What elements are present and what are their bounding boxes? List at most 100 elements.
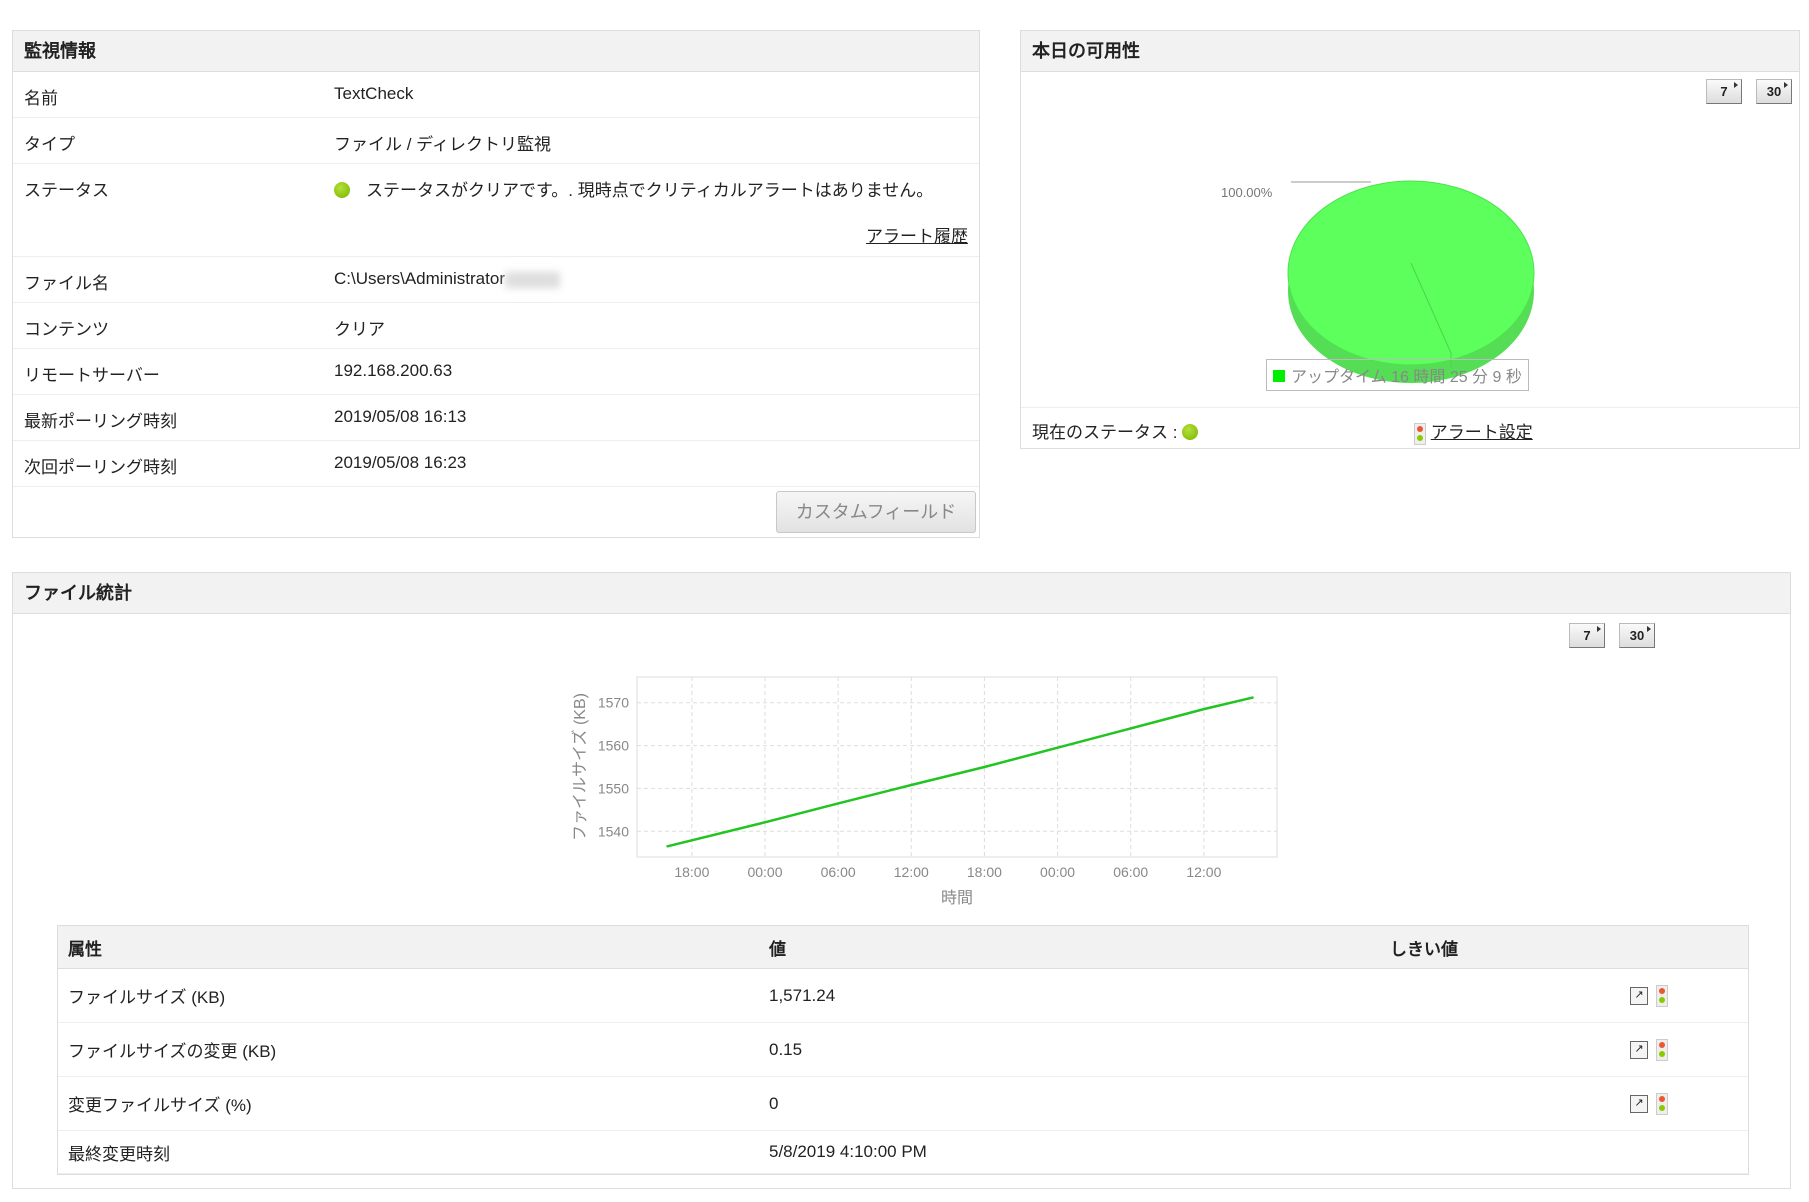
status-green-icon <box>1182 424 1199 440</box>
data-point <box>1129 727 1132 730</box>
threshold-cell: ↗ <box>1380 1022 1748 1077</box>
attr-cell: 変更ファイルサイズ (%) <box>58 1076 759 1131</box>
info-value-text: 192.168.200.63 <box>334 361 453 380</box>
column-header: 値 <box>759 926 1380 969</box>
edit-threshold-icon[interactable]: ↗ <box>1630 1094 1648 1113</box>
info-label: タイプ <box>24 135 75 154</box>
threshold-cell: ↗ <box>1380 1076 1748 1131</box>
x-axis-label: 時間 <box>941 889 973 907</box>
panel-title: 本日の可用性 <box>1021 31 1799 72</box>
pie-legend: アップタイム 16 時間 25 分 9 秒 <box>1266 359 1529 391</box>
value-cell: 0 <box>759 1076 1380 1131</box>
value-cell: 0.15 <box>759 1022 1380 1077</box>
x-tick-label: 12:00 <box>1186 864 1221 880</box>
pie-slice-uptime <box>1287 180 1535 366</box>
info-value: 2019/05/08 16:13 <box>334 395 979 427</box>
info-value-text: クリア <box>334 320 385 339</box>
info-row: 最新ポーリング時刻 2019/05/08 16:13 <box>13 395 979 441</box>
info-value: C:\Users\Administrator <box>334 257 979 289</box>
info-value: ファイル / ディレクトリ監視 <box>334 118 979 155</box>
info-value: TextCheck <box>334 72 979 104</box>
data-point <box>1056 746 1059 749</box>
data-point <box>910 783 913 787</box>
alert-settings-link[interactable]: アラート設定 <box>1431 423 1533 442</box>
info-row: 次回ポーリング時刻 2019/05/08 16:23 <box>13 441 979 487</box>
attr-cell: ファイルサイズの変更 (KB) <box>58 1022 759 1077</box>
threshold-cell: ↗ <box>1380 968 1748 1023</box>
x-tick-label: 06:00 <box>821 864 856 880</box>
info-row: タイプ ファイル / ディレクトリ監視 <box>13 118 979 164</box>
availability-panel: 本日の可用性 7 30 100.00% アップタイム 16 時間 25 分 9 … <box>1020 30 1800 449</box>
x-tick-label: 00:00 <box>747 864 782 880</box>
info-value: 192.168.200.63 <box>334 349 979 381</box>
traffic-light-icon[interactable] <box>1656 1092 1668 1115</box>
info-value: ステータスがクリアです。. 現時点でクリティカルアラートはありません。 <box>334 164 979 201</box>
info-value-text: 2019/05/08 16:13 <box>334 407 467 426</box>
panel-title: ファイル統計 <box>13 573 1790 614</box>
monitor-info-panel: 監視情報 名前 TextCheck タイプ ファイル / ディレクトリ監視 ステータスス… <box>12 30 980 538</box>
data-point <box>836 802 840 805</box>
info-label: 最新ポーリング時刻 <box>24 412 177 431</box>
info-value-text: ステータスがクリアです。. 現時点でクリティカルアラートはありません。 <box>366 181 934 200</box>
alert-history-link[interactable]: アラート履歴 <box>866 222 968 247</box>
info-label: コンテンツ <box>24 320 109 339</box>
column-header: しきい値 <box>1380 926 1748 969</box>
threshold-cell <box>1380 1130 1748 1174</box>
attr-cell: 最終変更時刻 <box>58 1130 759 1174</box>
data-point <box>1202 707 1206 711</box>
edit-threshold-icon[interactable]: ↗ <box>1630 986 1648 1005</box>
x-tick-label: 06:00 <box>1113 864 1148 880</box>
30-day-button[interactable]: 30 <box>1756 79 1792 104</box>
30-day-button[interactable]: 30 <box>1619 623 1655 648</box>
stats-table: 属性値しきい値 ファイルサイズ (KB) 1,571.24 ↗ ファイルサイズの変更 (… <box>58 926 1748 1174</box>
file-stats-panel: ファイル統計 7 30 1540 1550 1560 1570 18:00 00:00 06… <box>12 572 1791 1189</box>
info-label: 名前 <box>24 89 58 108</box>
info-row: リモートサーバー 192.168.200.63 <box>13 349 979 395</box>
traffic-light-icon[interactable] <box>1656 984 1668 1007</box>
attr-cell: ファイルサイズ (KB) <box>58 968 759 1023</box>
pie-percent-label: 100.00% <box>1221 185 1273 200</box>
data-point <box>666 845 669 848</box>
info-label: ファイル名 <box>24 274 109 293</box>
info-value-text: TextCheck <box>334 84 414 103</box>
info-value: 2019/05/08 16:23 <box>334 441 979 473</box>
x-tick-label: 12:00 <box>894 864 929 880</box>
y-tick-label: 1560 <box>598 738 629 754</box>
info-value-text: C:\Users\Administrator <box>334 269 505 288</box>
file-size-line-chart: 1540 1550 1560 1570 18:00 00:00 06:00 12:00 18:0… <box>571 676 1278 907</box>
column-header: 属性 <box>58 926 759 969</box>
y-tick-label: 1550 <box>598 780 629 796</box>
y-tick-label: 1540 <box>598 823 629 839</box>
table-row: ファイルサイズ (KB) 1,571.24 ↗ <box>58 968 1748 1023</box>
info-value-text: 2019/05/08 16:23 <box>334 453 467 472</box>
custom-fields-button[interactable]: カスタムフィールド <box>776 491 976 533</box>
data-point <box>763 821 767 824</box>
info-row: 名前 TextCheck <box>13 72 979 118</box>
table-row: 最終変更時刻 5/8/2019 4:10:00 PM <box>58 1130 1748 1174</box>
info-label: ステータス <box>24 181 109 200</box>
data-point <box>983 765 986 769</box>
7-day-button[interactable]: 7 <box>1569 623 1605 648</box>
x-tick-label: 18:00 <box>967 864 1002 880</box>
table-row: 変更ファイルサイズ (%) 0 ↗ <box>58 1076 1748 1131</box>
traffic-light-icon[interactable] <box>1656 1038 1668 1061</box>
x-tick-label: 00:00 <box>1040 864 1075 880</box>
current-status-label: 現在のステータス : <box>1032 423 1178 442</box>
traffic-light-icon <box>1414 422 1426 445</box>
panel-title: 監視情報 <box>13 31 979 72</box>
x-tick-label: 18:00 <box>674 864 709 880</box>
info-value: クリア <box>334 303 979 340</box>
y-tick-label: 1570 <box>598 695 629 711</box>
info-label: 次回ポーリング時刻 <box>24 458 177 477</box>
legend-swatch <box>1273 370 1285 382</box>
edit-threshold-icon[interactable]: ↗ <box>1630 1040 1648 1059</box>
7-day-button[interactable]: 7 <box>1706 79 1742 104</box>
value-cell: 5/8/2019 4:10:00 PM <box>759 1130 1380 1174</box>
table-row: ファイルサイズの変更 (KB) 0.15 ↗ <box>58 1022 1748 1077</box>
y-axis-label: ファイルサイズ (KB) <box>571 693 589 841</box>
value-cell: 1,571.24 <box>759 968 1380 1023</box>
status-green-icon <box>334 182 350 198</box>
info-label: リモートサーバー <box>24 366 160 385</box>
info-row: ファイル名 C:\Users\Administrator <box>13 257 979 303</box>
info-row: ステータス ステータスがクリアです。. 現時点でクリティカルアラートはありません。 <box>13 164 979 257</box>
